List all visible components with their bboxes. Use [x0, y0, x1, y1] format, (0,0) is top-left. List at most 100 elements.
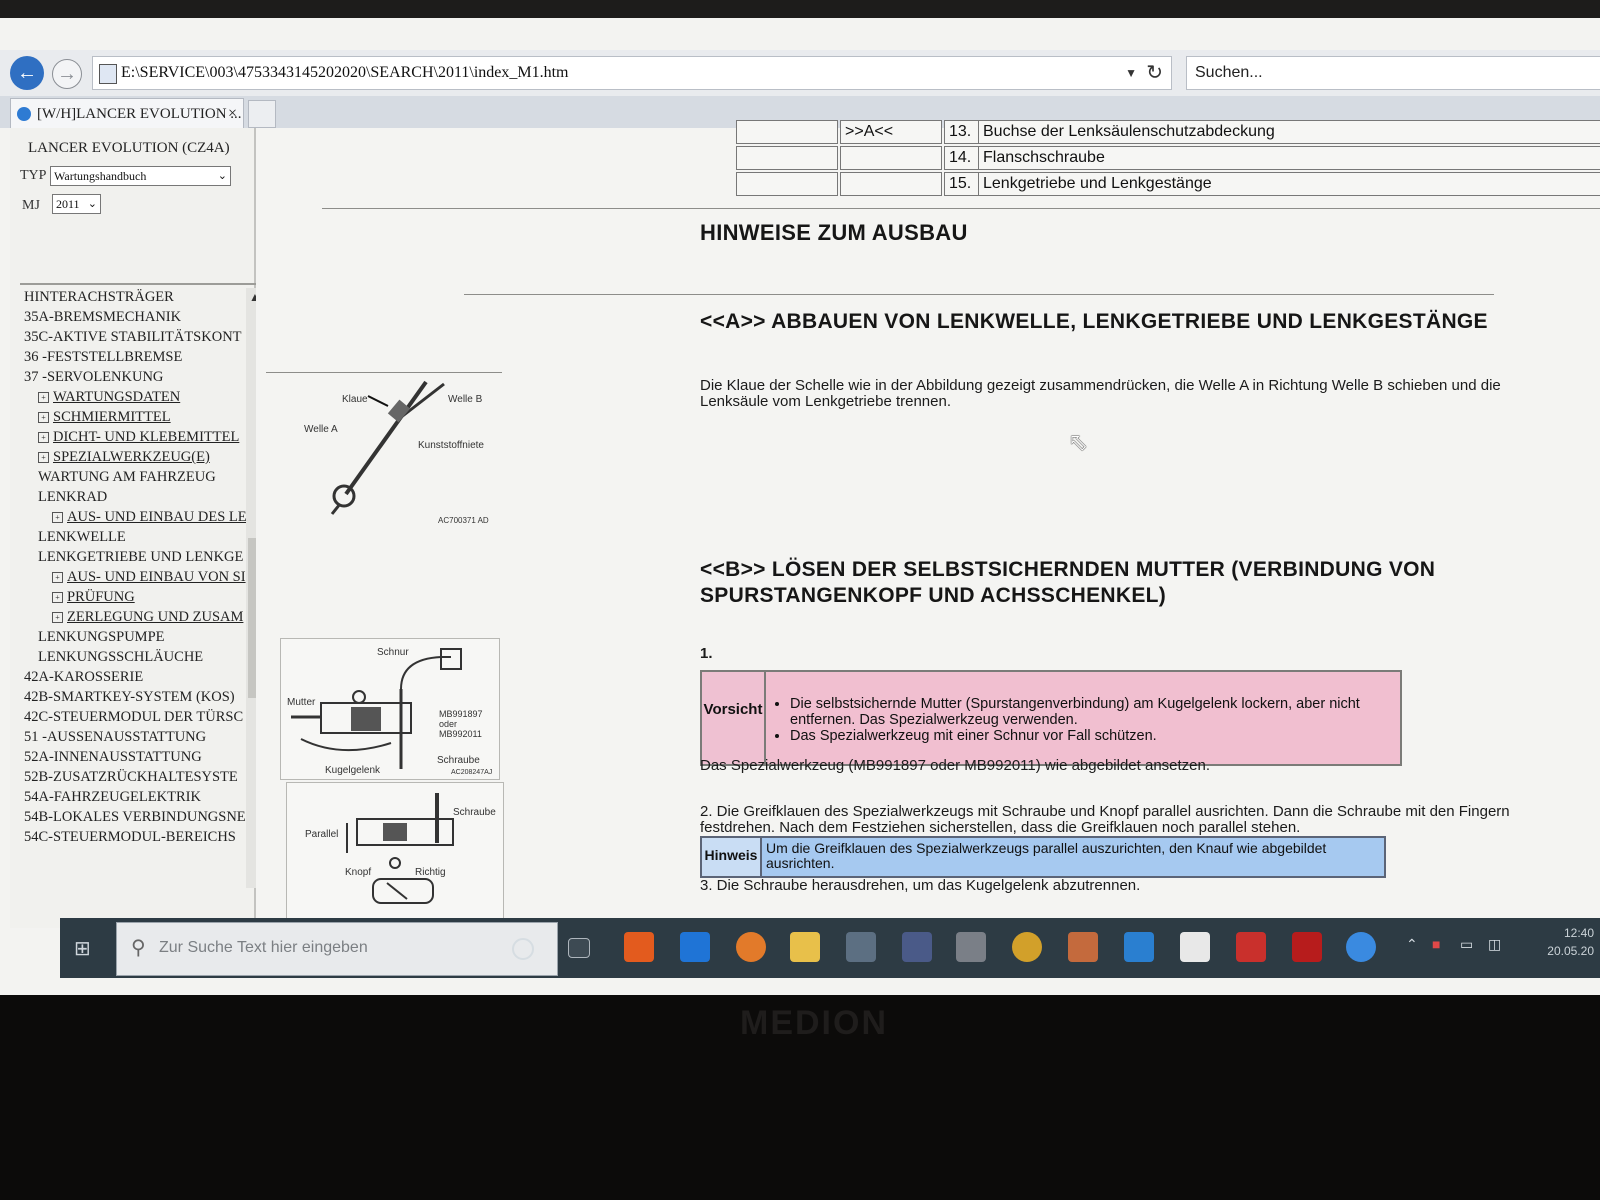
- table-cell: Flanschschraube: [978, 146, 1600, 170]
- expand-box-icon[interactable]: +: [38, 392, 49, 403]
- store-icon[interactable]: [846, 932, 876, 962]
- tree-item[interactable]: HINTERACHSTRÄGER: [24, 289, 174, 306]
- tree-item-label: 52A-INNENAUSSTATTUNG: [24, 749, 202, 765]
- tree-item[interactable]: LENKUNGSSCHLÄUCHE: [38, 649, 203, 666]
- tree-item[interactable]: 52B-ZUSATZRÜCKHALTESYSTE: [24, 769, 238, 786]
- mail-icon[interactable]: [1124, 932, 1154, 962]
- mj-select[interactable]: 2011 ⌄: [52, 194, 101, 214]
- file-explorer-icon[interactable]: [790, 932, 820, 962]
- url-field[interactable]: E:\SERVICE\003\4753343145202020\SEARCH\2…: [92, 56, 1172, 90]
- tray-antivirus-icon[interactable]: ■: [1432, 936, 1440, 952]
- hint-text: Um die Greifklauen des Spezialwerkzeugs …: [766, 840, 1327, 871]
- firefox-icon[interactable]: [736, 932, 766, 962]
- tree-item[interactable]: LENKRAD: [38, 489, 107, 506]
- tree-item[interactable]: + AUS- UND EINBAU DES LE: [52, 509, 247, 526]
- tray-chevron-icon[interactable]: ⌃: [1406, 936, 1418, 953]
- label-kunststoffniete: Kunststoffniete: [418, 440, 484, 451]
- tree-item[interactable]: 54B-LOKALES VERBINDUNGSNE: [24, 809, 246, 826]
- tree-item[interactable]: LENKGETRIEBE UND LENKGE: [38, 549, 243, 566]
- figure-code: AC208247AJ: [451, 769, 493, 776]
- tree-item[interactable]: 51 -AUSSENAUSSTATTUNG: [24, 729, 206, 746]
- expand-box-icon[interactable]: +: [52, 512, 63, 523]
- expand-box-icon[interactable]: +: [38, 452, 49, 463]
- typ-select[interactable]: Wartungshandbuch ⌄: [50, 166, 231, 186]
- label-welle-b: Welle B: [448, 394, 483, 405]
- edge-icon[interactable]: [680, 932, 710, 962]
- forward-arrow-icon[interactable]: →: [52, 59, 82, 89]
- table-cell: [736, 172, 838, 196]
- tree-item[interactable]: 42A-KAROSSERIE: [24, 669, 143, 686]
- tree-item-label: 54A-FAHRZEUGELEKTRIK: [24, 789, 201, 805]
- typ-select-value: Wartungshandbuch: [54, 169, 147, 183]
- new-tab-button[interactable]: [248, 100, 276, 128]
- close-tab-icon[interactable]: ×: [228, 99, 237, 129]
- label-schnur: Schnur: [377, 647, 409, 658]
- office-icon[interactable]: [624, 932, 654, 962]
- taskbar-search-input[interactable]: ⚲ Zur Suche Text hier eingeben: [116, 922, 558, 976]
- windows-start-icon[interactable]: ⊞: [74, 936, 91, 961]
- security-icon[interactable]: [1180, 932, 1210, 962]
- tree-item-label: 42C-STEUERMODUL DER TÜRSC: [24, 709, 244, 725]
- tree-item[interactable]: 37 -SERVOLENKUNG: [24, 369, 163, 386]
- screen-top-edge: [0, 0, 1600, 18]
- expand-box-icon[interactable]: +: [52, 592, 63, 603]
- tree-item[interactable]: + AUS- UND EINBAU VON SI: [52, 569, 246, 586]
- tree-item[interactable]: 35C-AKTIVE STABILITÄTSKONT: [24, 329, 242, 346]
- page-icon: [99, 64, 117, 84]
- photos-icon[interactable]: [902, 932, 932, 962]
- mj-select-value: 2011: [56, 197, 80, 211]
- chevron-down-icon: ⌄: [217, 170, 227, 182]
- url-dropdown-icon[interactable]: ▼: [1125, 57, 1137, 89]
- table-cell: >>A<<: [840, 120, 942, 144]
- tree-item[interactable]: 42B-SMARTKEY-SYSTEM (KOS): [24, 689, 235, 706]
- tree-item-label: ZERLEGUNG UND ZUSAM: [67, 609, 244, 625]
- tree-item[interactable]: LENKUNGSPUMPE: [38, 629, 165, 646]
- mitsubishi-icon[interactable]: [1292, 932, 1322, 962]
- expand-box-icon[interactable]: +: [52, 572, 63, 583]
- tree-item[interactable]: 42C-STEUERMODUL DER TÜRSC: [24, 709, 243, 726]
- tray-battery-icon[interactable]: ▭: [1460, 936, 1473, 953]
- mj-label: MJ: [22, 198, 40, 213]
- tree-item[interactable]: + PRÜFUNG: [52, 589, 135, 606]
- taskbar-clock[interactable]: 12:40 20.05.20: [1547, 924, 1594, 960]
- media-icon[interactable]: [956, 932, 986, 962]
- section-a-text: Die Klaue der Schelle wie in der Abbildu…: [700, 377, 1501, 410]
- tree-item[interactable]: 35A-BREMSMECHANIK: [24, 309, 181, 326]
- section-b-title-line2: SPURSTANGENKOPF UND ACHSSCHENKEL): [700, 584, 1167, 607]
- back-arrow-icon[interactable]: ←: [10, 56, 44, 90]
- refresh-icon[interactable]: ↻: [1146, 57, 1163, 89]
- tree-item[interactable]: + ZERLEGUNG UND ZUSAM: [52, 609, 243, 626]
- label-schraube: Schraube: [437, 755, 480, 766]
- expand-box-icon[interactable]: +: [52, 612, 63, 623]
- tree-item-label: 52B-ZUSATZRÜCKHALTESYSTE: [24, 769, 238, 785]
- tree-item-label: SPEZIALWERKZEUG(E): [53, 449, 210, 465]
- steering-shaft-figure: Klaue Welle B Welle A Kunststoffniete AC…: [286, 376, 506, 536]
- table-cell: [840, 172, 942, 196]
- tree-item[interactable]: 54A-FAHRZEUGELEKTRIK: [24, 789, 201, 806]
- vehicle-model: LANCER EVOLUTION (CZ4A): [28, 140, 230, 156]
- tree-item[interactable]: LENKWELLE: [38, 529, 126, 546]
- expand-box-icon[interactable]: +: [38, 432, 49, 443]
- label-mutter: Mutter: [287, 697, 316, 708]
- browser-search-input[interactable]: Suchen...: [1186, 56, 1600, 90]
- tree-item[interactable]: 36 -FESTSTELLBREMSE: [24, 349, 182, 366]
- table-cell: 15.: [944, 172, 980, 196]
- cortana-icon[interactable]: [512, 938, 534, 960]
- expand-box-icon[interactable]: +: [38, 412, 49, 423]
- search-icon: ⚲: [131, 937, 146, 959]
- tree-item[interactable]: + SPEZIALWERKZEUG(E): [38, 449, 210, 466]
- tree-item[interactable]: 52A-INNENAUSSTATTUNG: [24, 749, 202, 766]
- chrome-icon[interactable]: [1012, 932, 1042, 962]
- tree-item[interactable]: + SCHMIERMITTEL: [38, 409, 171, 426]
- tree-item[interactable]: + DICHT- UND KLEBEMITTEL: [38, 429, 239, 446]
- ie-icon[interactable]: [1346, 932, 1376, 962]
- task-view-icon[interactable]: [568, 938, 590, 958]
- acrobat-icon[interactable]: [1236, 932, 1266, 962]
- tree-item[interactable]: + WARTUNGSDATEN: [38, 389, 180, 406]
- tree-item[interactable]: WARTUNG AM FAHRZEUG: [38, 469, 216, 486]
- tray-network-icon[interactable]: ◫: [1488, 936, 1501, 953]
- tree-item[interactable]: 54C-STEUERMODUL-BEREICHS: [24, 829, 236, 846]
- app-icon[interactable]: [1068, 932, 1098, 962]
- mouse-cursor-icon: ⬁: [1068, 429, 1089, 456]
- browser-tab[interactable]: [W/H]LANCER EVOLUTION ... ×: [10, 98, 244, 129]
